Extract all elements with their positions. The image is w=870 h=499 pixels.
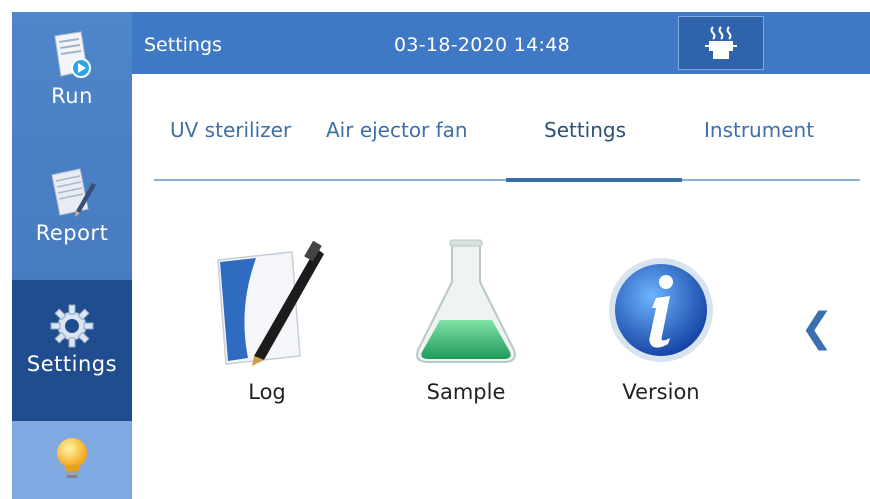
sidebar-item-report[interactable]: Report [12,137,132,280]
printer-button[interactable] [678,16,764,70]
run-icon [54,31,91,78]
version-button[interactable]: Version [606,238,716,404]
sidebar-item-run[interactable]: Run [12,12,132,137]
sidebar-item-light[interactable] [12,421,132,499]
chevron-left-icon[interactable]: ❮ [800,308,834,348]
page-title: Settings [144,34,222,56]
version-label: Version [622,380,700,404]
tab-air-ejector-fan[interactable]: Air ejector fan [326,118,468,142]
sample-button[interactable]: Sample [410,238,522,404]
tab-uv-sterilizer[interactable]: UV sterilizer [170,118,291,142]
log-pen-icon [217,240,324,366]
heated-printer-icon [705,26,737,59]
sample-label: Sample [426,380,506,404]
tab-settings[interactable]: Settings [544,118,626,142]
report-icon [51,168,96,217]
datetime-display: 03-18-2020 14:48 [394,34,571,56]
tab-bar: UV sterilizer Air ejector fan Settings I… [132,74,870,184]
info-icon [609,258,713,362]
tab-instrument[interactable]: Instrument [704,118,814,142]
log-label: Log [248,380,286,404]
sidebar-item-label: Settings [26,352,118,376]
sidebar: Run Report Settings [12,12,132,499]
lightbulb-icon [57,438,87,478]
log-button[interactable]: Log [208,238,326,404]
flask-icon [416,239,516,363]
sidebar-item-label: Run [51,84,93,108]
top-bar: Settings 03-18-2020 14:48 [132,12,870,74]
sidebar-item-settings[interactable]: Settings [12,280,132,421]
active-tab-indicator [506,178,682,182]
gear-icon [50,304,94,348]
window-top-border [0,0,870,12]
sidebar-item-label: Report [35,221,109,245]
